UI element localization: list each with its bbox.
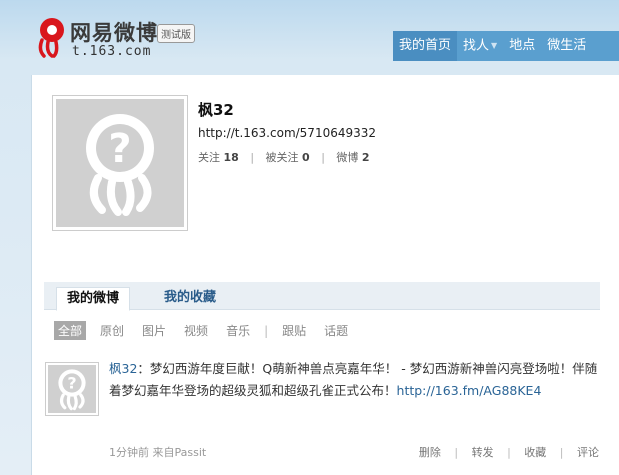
profile-stats: 关注 18 | 被关注 0 | 微博 2 [198,149,370,165]
main-panel: ? 枫32 http://t.163.com/5710649332 关注 18 … [31,75,619,475]
nav-my-home[interactable]: 我的首页 [393,31,458,61]
profile-avatar[interactable]: ? [52,95,188,231]
top-nav: 我的首页 找人 ▼ 地点 微生活 [393,31,619,61]
posts-label: 微博 [336,151,359,164]
feed-author[interactable]: 枫32 [109,361,137,376]
following-count: 18 [223,151,239,164]
nav-micro-life[interactable]: 微生活 [541,31,592,61]
feed-colon: ： [137,361,150,376]
feed-avatar[interactable]: ? [45,362,99,416]
svg-text:?: ? [108,126,131,172]
divider: | [264,323,269,338]
filter-videos[interactable]: 视频 [180,321,212,340]
filter-all[interactable]: 全部 [54,321,87,340]
feed-meta: 1分钟前 来自Passit [109,444,206,460]
nav-places[interactable]: 地点 [503,31,541,61]
divider: | [559,446,564,459]
filter-topics[interactable]: 话题 [320,321,352,340]
comment-button[interactable]: 评论 [577,446,599,459]
svg-text:?: ? [67,374,76,393]
followers-count: 0 [302,151,310,164]
logo[interactable]: 网易微博 测试版 t.163.com [36,16,206,60]
logo-name: 网易微博 [70,21,158,45]
chevron-down-icon: ▼ [491,41,498,50]
divider: | [250,151,255,164]
delete-button[interactable]: 删除 [419,446,441,459]
profile-url[interactable]: http://t.163.com/5710649332 [198,126,376,140]
feed-time[interactable]: 1分钟前 [109,446,149,459]
tab-bar: 我的微博 我的收藏 [44,282,600,311]
divider: | [454,446,459,459]
default-avatar-icon: ? [86,114,154,216]
filter-bar: 全部 原创 图片 视频 音乐 | 跟贴 话题 [54,321,362,340]
tab-my-weibo[interactable]: 我的微博 [56,287,131,311]
filter-music[interactable]: 音乐 [222,321,254,340]
posts-stat[interactable]: 微博 2 [336,151,369,164]
default-avatar-icon: ? [58,369,86,411]
followers-label: 被关注 [265,151,299,164]
nav-find-people[interactable]: 找人 ▼ [457,31,503,61]
followers-stat[interactable]: 被关注 0 [266,151,310,164]
divider: | [321,151,325,164]
tab-my-favorites[interactable]: 我的收藏 [154,287,226,311]
beta-badge: 测试版 [157,24,195,43]
following-label: 关注 [198,151,220,164]
feed-source: 来自Passit [152,446,207,459]
filter-original[interactable]: 原创 [96,321,128,340]
feed-post-text: 枫32：梦幻西游年度巨献！Q萌新神兽点亮嘉年华！ - 梦幻西游新神兽闪亮登场啦！… [109,358,609,402]
divider: | [507,446,511,459]
feed-link[interactable]: http://163.fm/AG88KE4 [397,383,542,398]
logo-domain: t.163.com [72,44,152,59]
feed-actions: 删除 | 转发 | 收藏 | 评论 [419,444,599,460]
netease-mascot-icon [38,18,64,58]
nav-find-people-label: 找人 [463,38,490,54]
repost-button[interactable]: 转发 [472,446,494,459]
filter-images[interactable]: 图片 [138,321,170,340]
following-stat[interactable]: 关注 18 [198,151,239,164]
posts-count: 2 [361,151,370,164]
profile-name: 枫32 [198,101,234,119]
filter-replies[interactable]: 跟贴 [278,321,310,340]
favorite-button[interactable]: 收藏 [524,446,546,459]
